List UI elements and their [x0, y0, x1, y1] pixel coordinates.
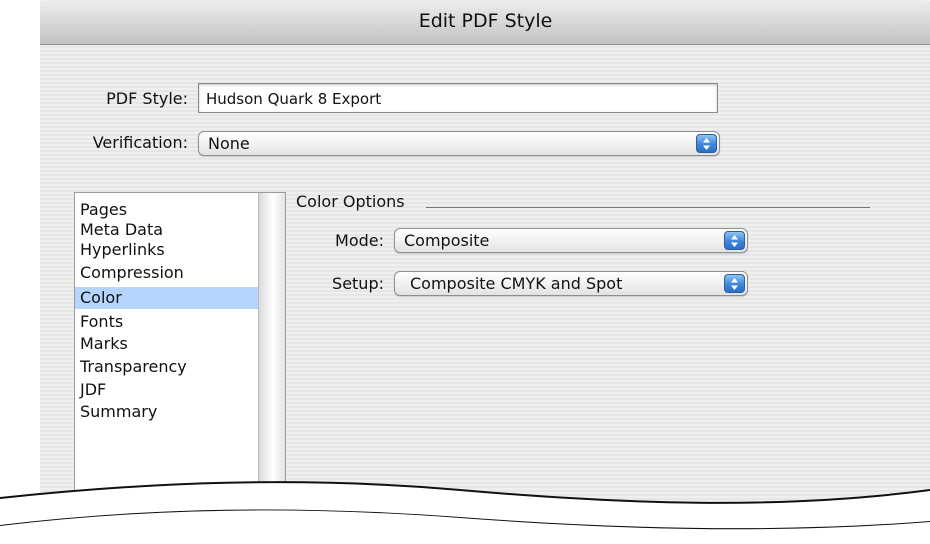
list-scrollbar[interactable] [258, 193, 285, 503]
mode-popup[interactable]: Composite [394, 228, 748, 253]
title-bar[interactable]: Edit PDF Style [40, 0, 930, 45]
list-item-jdf[interactable]: JDF [75, 379, 258, 401]
verification-value: None [208, 134, 250, 153]
list-item-color[interactable]: Color [75, 287, 258, 309]
list-item-hyperlinks[interactable]: Hyperlinks [75, 239, 258, 261]
color-options-group-title: Color Options [296, 192, 405, 211]
popup-arrows-icon [724, 274, 745, 293]
group-divider [426, 207, 870, 208]
popup-arrows-icon [724, 231, 745, 250]
dialog-title: Edit PDF Style [418, 10, 553, 32]
pdf-style-label: PDF Style: [106, 89, 188, 108]
verification-label: Verification: [92, 133, 188, 152]
list-item-pages[interactable]: Pages [75, 199, 258, 221]
list-item-transparency[interactable]: Transparency [75, 356, 258, 378]
popup-arrows-icon [696, 134, 717, 153]
verification-popup[interactable]: None [198, 131, 720, 156]
mode-value: Composite [404, 231, 490, 250]
mode-label: Mode: [335, 231, 384, 250]
list-item-meta-data[interactable]: Meta Data [75, 219, 258, 241]
list-item-summary[interactable]: Summary [75, 401, 258, 423]
list-item-compression[interactable]: Compression [75, 262, 258, 284]
pdf-style-name-field[interactable]: Hudson Quark 8 Export [198, 83, 718, 113]
pdf-options-list[interactable]: Pages Meta Data Hyperlinks Compression C… [74, 192, 286, 504]
setup-popup[interactable]: Composite CMYK and Spot [394, 271, 748, 296]
list-item-fonts[interactable]: Fonts [75, 311, 258, 333]
setup-label: Setup: [332, 274, 384, 293]
torn-edge-divider [0, 481, 930, 544]
list-item-marks[interactable]: Marks [75, 333, 258, 355]
setup-value: Composite CMYK and Spot [410, 274, 623, 293]
